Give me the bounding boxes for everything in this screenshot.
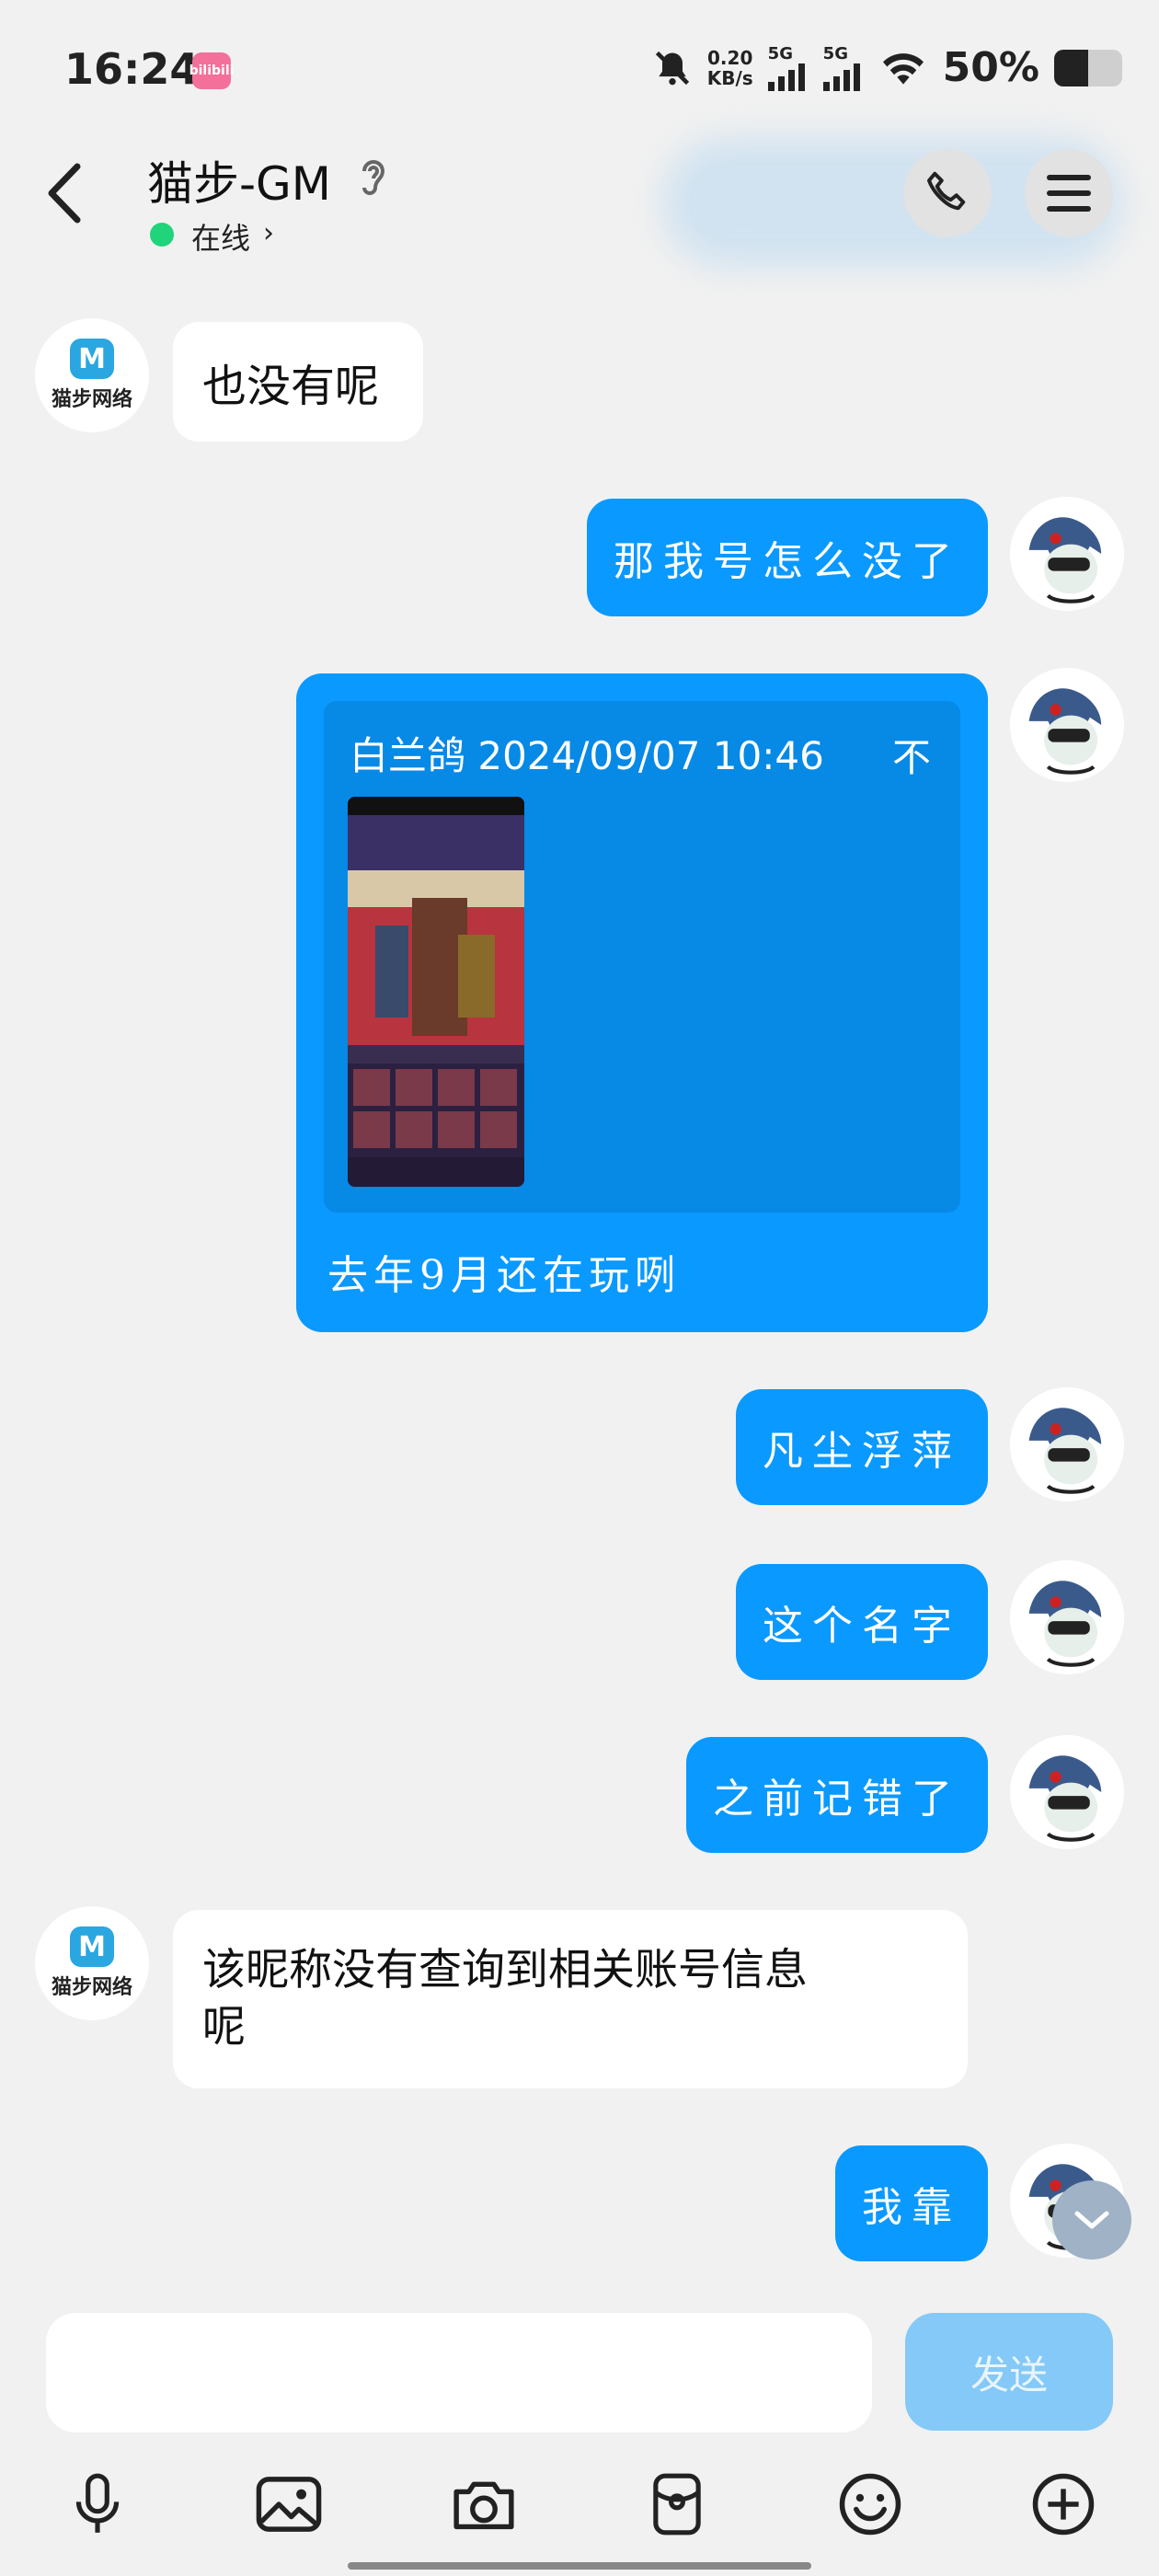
- back-arrow-icon: [48, 163, 81, 224]
- signal-bars-icon: [822, 63, 860, 91]
- user-avatar-icon: [1010, 668, 1124, 782]
- online-status-text[interactable]: 在线: [191, 215, 250, 258]
- avatar-gm[interactable]: M 猫步网络: [35, 1906, 149, 2020]
- message-bubble-incoming[interactable]: 该昵称没有查询到相关账号信息 呢: [173, 1910, 968, 2088]
- avatar-me[interactable]: [1010, 668, 1124, 782]
- menu-button[interactable]: [1025, 149, 1113, 237]
- mute-bell-icon: [655, 51, 689, 85]
- message-bubble-outgoing[interactable]: 那我号怎么没了: [587, 499, 988, 616]
- battery-icon: [1054, 49, 1122, 86]
- status-indicators: 0.20 KB/s 5G 5G 50%: [652, 44, 1122, 91]
- avatar-me[interactable]: [1010, 1735, 1124, 1849]
- chevron-down-icon: [1074, 2211, 1109, 2229]
- contact-name[interactable]: 猫步-GM: [147, 147, 331, 213]
- gm-logo-mark: M: [70, 339, 114, 379]
- battery-percent: 50%: [942, 44, 1039, 91]
- gm-logo-text: 猫步网络: [51, 388, 132, 411]
- emoji-button[interactable]: [833, 2467, 907, 2541]
- call-button[interactable]: [903, 149, 992, 237]
- status-time: 16:24: [64, 44, 200, 94]
- avatar-me[interactable]: [1010, 1560, 1124, 1674]
- quoted-image-thumbnail[interactable]: [348, 797, 524, 1187]
- signal-sim2: 5G: [822, 44, 864, 91]
- wifi-icon: [882, 52, 924, 85]
- chevron-right-icon[interactable]: ›: [263, 217, 274, 249]
- image-icon: [256, 2477, 322, 2532]
- message-input[interactable]: [46, 2313, 872, 2432]
- scroll-to-bottom-button[interactable]: [1052, 2180, 1131, 2260]
- user-avatar-icon: [1010, 497, 1124, 611]
- message-text-line: 该昵称没有查询到相关账号信息: [202, 1945, 808, 1995]
- message-bubble-outgoing[interactable]: 这个名字: [736, 1564, 988, 1680]
- menu-icon: [1047, 175, 1091, 212]
- phone-icon: [927, 171, 966, 211]
- signal-sim1: 5G: [767, 44, 809, 91]
- quote-caption: 去年9月还在玩咧: [327, 1252, 681, 1299]
- voice-button[interactable]: [61, 2467, 134, 2541]
- bilibili-app-icon: bilibili: [189, 52, 234, 89]
- image-button[interactable]: [252, 2467, 326, 2541]
- more-button[interactable]: [1027, 2467, 1100, 2541]
- home-indicator[interactable]: [348, 2562, 811, 2570]
- message-text-line: 呢: [202, 2002, 246, 2053]
- online-status-dot: [150, 223, 174, 247]
- emoji-icon: [839, 2473, 901, 2536]
- message-bubble-outgoing[interactable]: 凡尘浮萍: [736, 1389, 988, 1505]
- user-avatar-icon: [1010, 1560, 1124, 1674]
- battery-fill: [1054, 49, 1088, 86]
- message-bubble-outgoing[interactable]: 之前记错了: [686, 1737, 988, 1853]
- camera-button[interactable]: [447, 2467, 521, 2541]
- quote-collapse-icon[interactable]: 不: [892, 727, 931, 783]
- ear-icon[interactable]: [355, 155, 392, 201]
- user-avatar-icon: [1010, 1735, 1124, 1849]
- message-bubble-outgoing[interactable]: 我靠: [835, 2145, 988, 2261]
- red-packet-button[interactable]: [640, 2467, 714, 2541]
- user-avatar-icon: [1010, 1387, 1124, 1501]
- signal-bars-icon: [767, 63, 805, 91]
- gm-logo-mark: M: [70, 1926, 114, 1967]
- back-button[interactable]: [37, 156, 92, 230]
- camera-icon: [453, 2481, 514, 2530]
- send-button[interactable]: 发送: [905, 2313, 1113, 2431]
- mic-icon: [75, 2473, 120, 2533]
- quote-sender-time: 白兰鸽 2024/09/07 10:46: [350, 733, 824, 778]
- net-speed: 0.20 KB/s: [706, 46, 753, 89]
- plus-icon: [1032, 2473, 1095, 2536]
- game-screenshot-image: [348, 797, 524, 1187]
- red-packet-icon: [653, 2473, 701, 2536]
- gm-logo-text: 猫步网络: [51, 1976, 132, 1999]
- avatar-me[interactable]: [1010, 497, 1124, 611]
- message-bubble-incoming[interactable]: 也没有呢: [173, 322, 423, 442]
- avatar-gm[interactable]: M 猫步网络: [35, 318, 149, 432]
- avatar-me[interactable]: [1010, 1387, 1124, 1501]
